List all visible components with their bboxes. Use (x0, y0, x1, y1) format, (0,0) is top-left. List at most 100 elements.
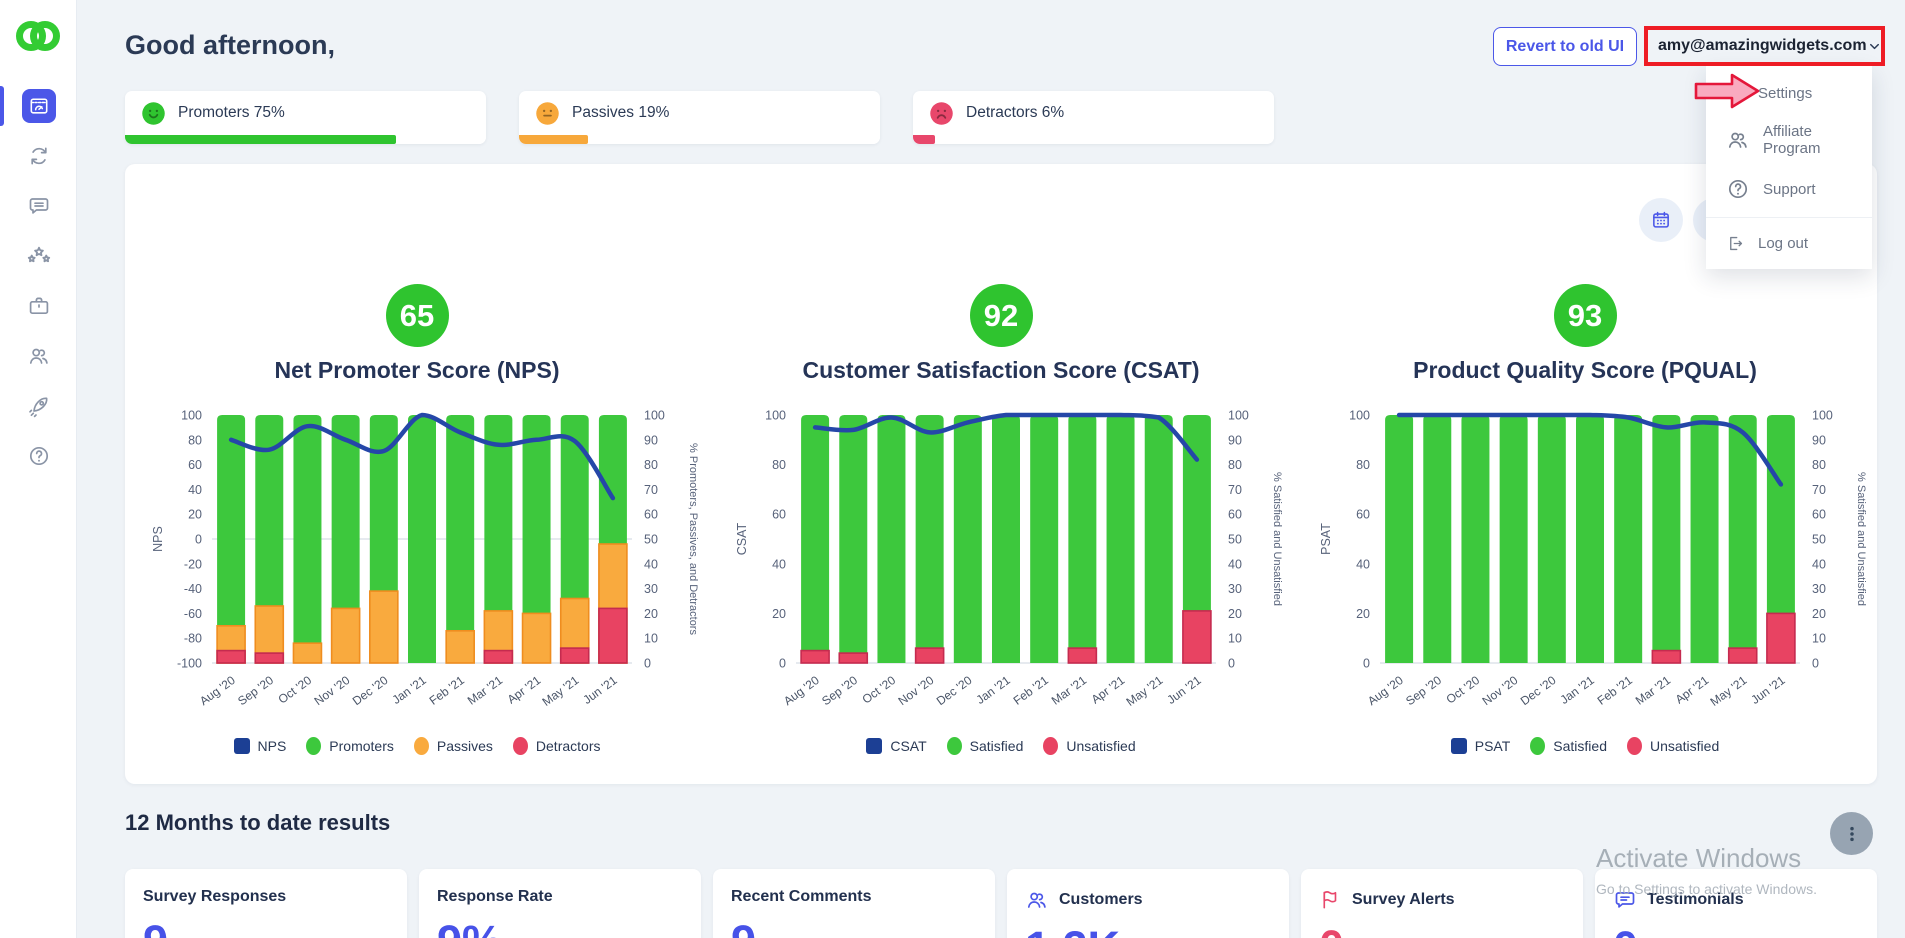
svg-text:-80: -80 (184, 632, 202, 646)
svg-text:Apr '21: Apr '21 (1089, 673, 1128, 707)
summary-progress-fill (125, 135, 396, 144)
sidebar-item-work[interactable] (0, 286, 77, 326)
svg-text:60: 60 (1812, 508, 1826, 522)
menu-item-label: Support (1763, 180, 1816, 198)
app-logo[interactable] (12, 14, 64, 58)
menu-item-support[interactable]: Support (1706, 167, 1872, 211)
score-circle-pqual: 93 (1553, 284, 1617, 347)
result-card-title: Survey Responses (143, 888, 287, 905)
menu-item-affiliate-program[interactable]: Affiliate Program (1706, 113, 1872, 167)
right-axis-title: % Promoters, Passives, and Detractors (687, 443, 699, 635)
svg-text:0: 0 (195, 533, 202, 547)
help-icon (27, 444, 51, 468)
legend-item: Passives (413, 737, 493, 755)
legend-label: PSAT (1474, 738, 1511, 754)
result-card-title: Testimonials (1647, 891, 1744, 908)
svg-text:100: 100 (1228, 409, 1249, 423)
svg-text:Jun '21: Jun '21 (580, 673, 619, 707)
sidebar-item-people[interactable] (0, 336, 77, 376)
svg-text:10: 10 (1228, 632, 1242, 646)
summary-card-promoters[interactable]: Promoters 75% (125, 91, 486, 144)
legend-label: Promoters (329, 738, 394, 754)
menu-item-settings[interactable]: Settings (1706, 74, 1872, 113)
comment-icon (27, 194, 51, 218)
legend-label: Satisfied (1553, 738, 1607, 754)
result-card-survey-alerts[interactable]: Survey Alerts 0 (1301, 869, 1583, 938)
summary-progress-track (519, 135, 880, 144)
menu-divider (1706, 217, 1872, 218)
legend-item: Satisfied (946, 737, 1023, 755)
svg-text:40: 40 (188, 483, 202, 497)
svg-text:40: 40 (1228, 557, 1242, 571)
svg-text:Aug '20: Aug '20 (1365, 673, 1406, 708)
calendar-button[interactable] (1639, 198, 1683, 242)
result-card-title: Response Rate (437, 888, 553, 905)
sidebar-item-sync[interactable] (0, 136, 77, 176)
sync-icon (27, 144, 51, 168)
legend-swatch (1530, 737, 1546, 755)
revert-to-old-ui-button[interactable]: Revert to old UI (1493, 27, 1637, 66)
svg-text:Apr '21: Apr '21 (1673, 673, 1712, 707)
sidebar-item-help[interactable] (0, 436, 77, 476)
gear-icon (1726, 84, 1745, 103)
svg-text:10: 10 (644, 632, 658, 646)
chart-legend-nps: NPS Promoters Passives Detractors (233, 737, 601, 755)
sidebar-item-leaderboard[interactable] (0, 236, 77, 276)
chart-pqual: 93 Product Quality Score (PQUAL) 100 80 60… (1293, 284, 1877, 755)
result-card-response-rate[interactable]: Response Rate 9% (419, 869, 701, 938)
chart-legend-pqual: PSAT Satisfied Unsatisfied (1450, 737, 1720, 755)
svg-text:60: 60 (772, 508, 786, 522)
svg-text:Aug '20: Aug '20 (197, 673, 238, 708)
chart-csat: 92 Customer Satisfaction Score (CSAT) 10… (709, 284, 1293, 755)
result-card-recent-comments[interactable]: Recent Comments 9 (713, 869, 995, 938)
result-card-value: 9 (143, 919, 389, 938)
legend-swatch (512, 737, 528, 755)
svg-text:-20: -20 (184, 557, 202, 571)
legend-item: PSAT (1450, 738, 1511, 754)
legend-label: Detractors (535, 738, 601, 754)
sidebar (0, 0, 77, 938)
svg-text:40: 40 (772, 557, 786, 571)
result-card-customers[interactable]: Customers 1.2K (1007, 869, 1289, 938)
legend-label: Unsatisfied (1649, 738, 1720, 754)
svg-text:80: 80 (1228, 458, 1242, 472)
svg-text:60: 60 (644, 508, 658, 522)
calendar-icon (1653, 211, 1669, 228)
svg-text:0: 0 (644, 657, 651, 671)
svg-text:-60: -60 (184, 607, 202, 621)
menu-item-log-out[interactable]: Log out (1706, 224, 1872, 263)
legend-item: CSAT (866, 738, 927, 754)
sidebar-item-dashboard[interactable] (0, 86, 77, 126)
briefcase-icon (27, 294, 51, 318)
svg-text:20: 20 (1228, 607, 1242, 621)
sidebar-item-campaigns[interactable] (0, 386, 77, 426)
results-cards-row: Survey Responses 9 Response Rate 9% Rece… (125, 869, 1877, 938)
summary-progress-fill (913, 135, 935, 144)
users-icon (1025, 888, 1049, 912)
result-card-survey-responses[interactable]: Survey Responses 9 (125, 869, 407, 938)
svg-text:Mar '21: Mar '21 (1633, 673, 1674, 708)
summary-card-detractors[interactable]: Detractors 6% (913, 91, 1274, 144)
right-axis-title: % Satisfied and Unsatisfied (1855, 472, 1867, 606)
result-card-value: 9% (437, 919, 683, 938)
legend-item: Promoters (306, 737, 394, 755)
svg-text:90: 90 (1228, 433, 1242, 447)
svg-text:Oct '20: Oct '20 (276, 673, 315, 707)
x-axis-labels: Aug '20Sep '20 Oct '20Nov '20Dec '20Jan '… (781, 673, 1204, 709)
bars-group (800, 415, 1212, 664)
account-menu-trigger annotation-highlight-box[interactable]: amy@amazingwidgets.com (1644, 26, 1885, 66)
result-card-value: 0 (1319, 924, 1565, 938)
svg-text:80: 80 (644, 458, 658, 472)
result-card-value: 1.2K (1025, 925, 1271, 938)
legend-swatch (866, 738, 883, 754)
summary-card-passives[interactable]: Passives 19% (519, 91, 880, 144)
svg-text:0: 0 (1812, 657, 1819, 671)
results-options-button[interactable] (1830, 812, 1873, 855)
svg-text:-100: -100 (177, 657, 202, 671)
svg-text:20: 20 (1812, 607, 1826, 621)
sidebar-item-comments[interactable] (0, 186, 77, 226)
result-card-testimonials[interactable]: Testimonials 0 (1595, 869, 1877, 938)
svg-text:Aug '20: Aug '20 (781, 673, 822, 708)
svg-text:40: 40 (1356, 557, 1370, 571)
users-icon (1726, 128, 1750, 152)
